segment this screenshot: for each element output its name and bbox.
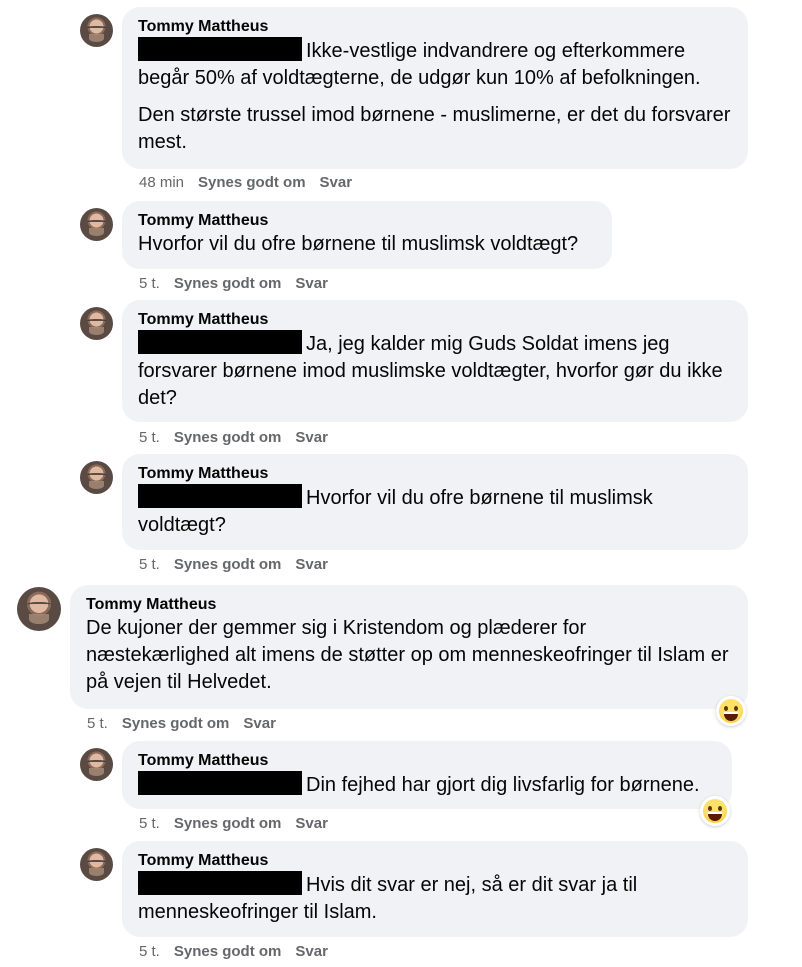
reply-button[interactable]: Svar — [320, 174, 353, 191]
comment-author[interactable]: Tommy Mattheus — [138, 211, 596, 231]
avatar[interactable] — [80, 461, 113, 494]
redaction-bar — [138, 37, 302, 61]
comment-thread: Tommy Mattheus Ikke-vestlige indvandrere… — [0, 0, 802, 967]
comment-text: Ikke-vestlige indvandrere og efterkommer… — [138, 37, 732, 92]
like-button[interactable]: Synes godt om — [174, 943, 282, 960]
comment-actions: 5 t. Synes godt om Svar — [139, 942, 328, 962]
comment-bubble: Tommy Mattheus Ja, jeg kalder mig Guds S… — [122, 300, 748, 422]
like-button[interactable]: Synes godt om — [198, 174, 306, 191]
comment-text: Hvorfor vil du ofre børnene til muslimsk… — [138, 233, 579, 255]
comment-author[interactable]: Tommy Mattheus — [138, 751, 716, 771]
avatar[interactable] — [80, 307, 113, 340]
avatar[interactable] — [80, 14, 113, 47]
like-button[interactable]: Synes godt om — [174, 429, 282, 446]
comment-author[interactable]: Tommy Mattheus — [138, 310, 732, 330]
reply-button[interactable]: Svar — [295, 815, 328, 832]
comment-author[interactable]: Tommy Mattheus — [138, 851, 732, 871]
comment-actions: 48 min Synes godt om Svar — [139, 173, 352, 193]
comment-text: Ja, jeg kalder mig Guds Soldat imens jeg… — [138, 330, 732, 412]
comment-actions: 5 t. Synes godt om Svar — [139, 274, 328, 294]
like-button[interactable]: Synes godt om — [174, 556, 282, 573]
like-button[interactable]: Synes godt om — [122, 715, 230, 732]
reply-button[interactable]: Svar — [295, 429, 328, 446]
comment-actions: 5 t. Synes godt om Svar — [139, 428, 328, 448]
comment-text: Din fejhed har gjort dig livsfarlig for … — [138, 771, 716, 799]
comment-timestamp[interactable]: 48 min — [139, 174, 184, 191]
like-button[interactable]: Synes godt om — [174, 815, 282, 832]
comment-bubble: Tommy Mattheus Hvorfor vil du ofre børne… — [122, 454, 748, 550]
like-button[interactable]: Synes godt om — [174, 275, 282, 292]
comment-text: Den største trussel imod børnene - musli… — [138, 104, 731, 153]
avatar[interactable] — [80, 208, 113, 241]
comment-text: De kujoner der gemmer sig i Kristendom o… — [86, 617, 729, 693]
comment-text: Hvis dit svar er nej, så er dit svar ja … — [138, 871, 732, 926]
avatar[interactable] — [17, 587, 61, 631]
reply-button[interactable]: Svar — [295, 275, 328, 292]
comment-author[interactable]: Tommy Mattheus — [138, 464, 732, 484]
redaction-bar — [138, 771, 302, 795]
reply-button[interactable]: Svar — [243, 715, 276, 732]
comment-timestamp[interactable]: 5 t. — [139, 815, 160, 832]
redaction-bar — [138, 484, 302, 508]
comment-text: Hvorfor vil du ofre børnene til muslimsk… — [138, 484, 732, 539]
avatar[interactable] — [80, 748, 113, 781]
comment-bubble: Tommy Mattheus Din fejhed har gjort dig … — [122, 741, 732, 809]
avatar[interactable] — [80, 848, 113, 881]
comment-timestamp[interactable]: 5 t. — [139, 556, 160, 573]
comment-bubble: Tommy Mattheus Hvis dit svar er nej, så … — [122, 841, 748, 937]
reply-button[interactable]: Svar — [295, 943, 328, 960]
haha-reaction-icon[interactable] — [700, 796, 730, 826]
comment-actions: 5 t. Synes godt om Svar — [87, 714, 276, 734]
comment-timestamp[interactable]: 5 t. — [139, 943, 160, 960]
redaction-bar — [138, 330, 302, 354]
comment-actions: 5 t. Synes godt om Svar — [139, 814, 328, 834]
comment-bubble: Tommy Mattheus De kujoner der gemmer sig… — [70, 585, 748, 709]
comment-timestamp[interactable]: 5 t. — [139, 429, 160, 446]
comment-timestamp[interactable]: 5 t. — [87, 715, 108, 732]
comment-bubble: Tommy Mattheus Ikke-vestlige indvandrere… — [122, 7, 748, 169]
redaction-bar — [138, 871, 302, 895]
comment-author[interactable]: Tommy Mattheus — [86, 595, 732, 615]
comment-timestamp[interactable]: 5 t. — [139, 275, 160, 292]
comment-actions: 5 t. Synes godt om Svar — [139, 555, 328, 575]
reply-button[interactable]: Svar — [295, 556, 328, 573]
comment-bubble: Tommy Mattheus Hvorfor vil du ofre børne… — [122, 201, 612, 269]
haha-reaction-icon[interactable] — [716, 696, 746, 726]
comment-author[interactable]: Tommy Mattheus — [138, 17, 732, 37]
